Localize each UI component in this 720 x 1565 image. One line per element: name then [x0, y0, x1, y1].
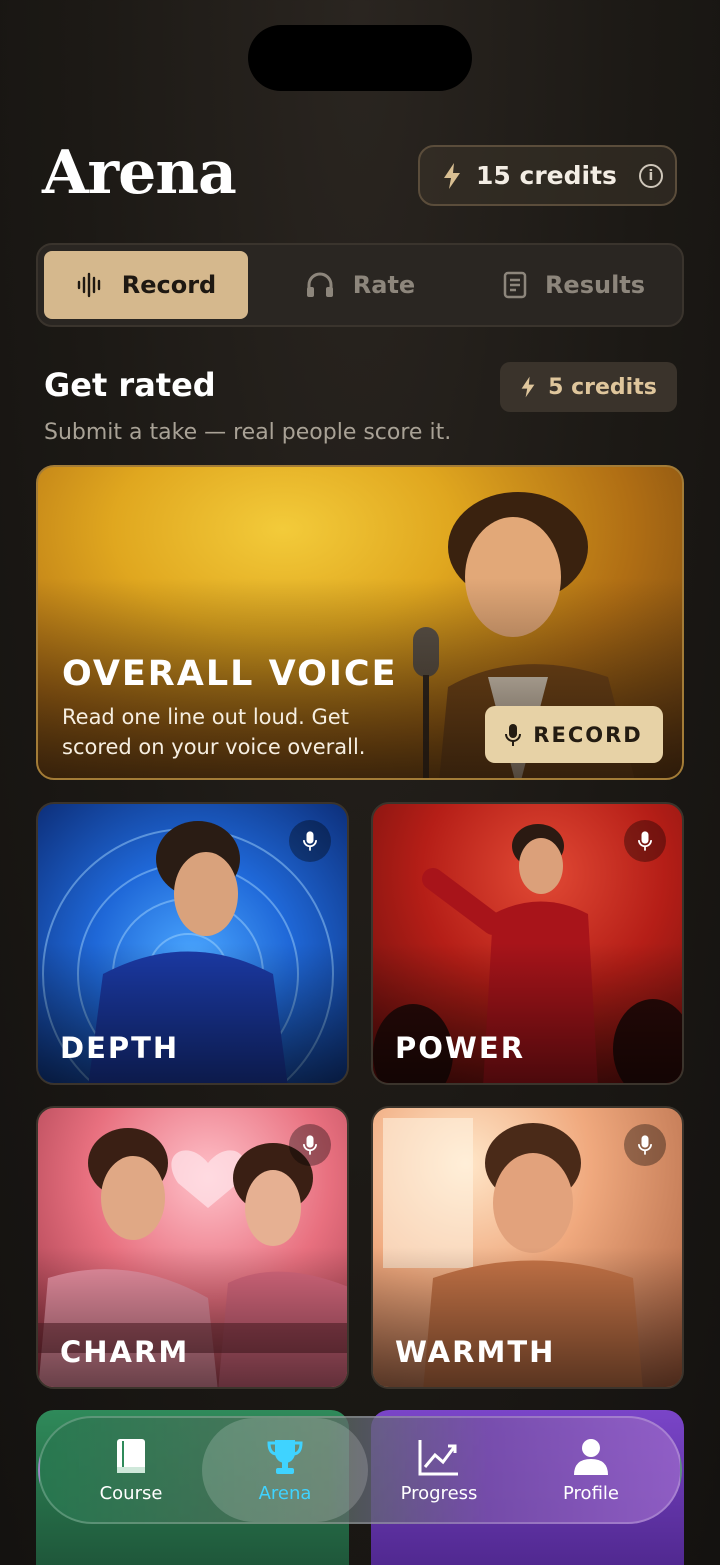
nav-progress[interactable]: Progress	[372, 1418, 506, 1522]
card-charm[interactable]: CHARM	[36, 1106, 349, 1389]
card-label: DEPTH	[60, 1031, 180, 1065]
mic-icon	[638, 831, 652, 851]
overall-voice-card[interactable]: OVERALL VOICE Read one line out loud. Ge…	[36, 465, 684, 780]
nav-profile-label: Profile	[563, 1482, 619, 1504]
card-power[interactable]: POWER	[371, 802, 684, 1085]
mic-badge	[289, 820, 331, 862]
info-icon[interactable]: i	[638, 163, 663, 188]
bottom-tab-bar: Course Arena Progress Profile	[38, 1416, 682, 1524]
credits-label: 15 credits	[476, 161, 617, 190]
card-label: CHARM	[60, 1335, 190, 1369]
nav-arena-label: Arena	[258, 1482, 312, 1504]
tab-record[interactable]: Record	[44, 251, 248, 319]
chart-icon	[418, 1439, 458, 1475]
card-warmth[interactable]: WARMTH	[371, 1106, 684, 1389]
mic-badge	[289, 1124, 331, 1166]
tab-rate[interactable]: Rate	[260, 251, 460, 319]
nav-course[interactable]: Course	[62, 1418, 200, 1522]
bolt-icon	[444, 162, 460, 189]
cost-badge: 5 credits	[500, 362, 677, 412]
waveform-icon	[77, 272, 100, 298]
card-depth[interactable]: DEPTH	[36, 802, 349, 1085]
card-label: POWER	[395, 1031, 526, 1065]
section-subtitle: Submit a take — real people score it.	[44, 420, 452, 445]
tab-results-label: Results	[544, 271, 646, 299]
nav-arena[interactable]: Arena	[202, 1418, 368, 1522]
mic-icon	[638, 1135, 652, 1155]
record-button-label: RECORD	[533, 722, 643, 747]
headphones-icon	[306, 272, 333, 297]
section-title: Get rated	[44, 366, 216, 404]
book-icon	[117, 1438, 145, 1473]
mic-badge	[624, 820, 666, 862]
nav-profile[interactable]: Profile	[524, 1418, 658, 1522]
tab-record-label: Record	[121, 271, 217, 299]
tab-results[interactable]: Results	[470, 251, 678, 319]
hero-title: OVERALL VOICE	[62, 654, 398, 694]
trophy-icon	[267, 1439, 303, 1474]
page-title: Arena	[42, 138, 237, 208]
mic-badge	[624, 1124, 666, 1166]
nav-course-label: Course	[99, 1482, 163, 1504]
credits-balance-button[interactable]: 15 credits i	[418, 145, 677, 206]
dynamic-island	[248, 25, 472, 91]
mode-segmented-control: Record Rate Results	[36, 243, 684, 327]
card-label: WARMTH	[395, 1335, 556, 1369]
mic-icon	[505, 723, 522, 746]
mic-icon	[303, 831, 317, 851]
tab-rate-label: Rate	[352, 271, 416, 299]
bolt-icon	[521, 376, 535, 398]
hero-description: Read one line out loud. Get scored on yo…	[62, 705, 366, 759]
record-button[interactable]: RECORD	[485, 706, 663, 763]
cost-label: 5 credits	[548, 374, 657, 400]
person-icon	[574, 1438, 608, 1475]
mic-icon	[303, 1135, 317, 1155]
nav-progress-label: Progress	[400, 1482, 478, 1504]
document-icon	[503, 271, 527, 299]
